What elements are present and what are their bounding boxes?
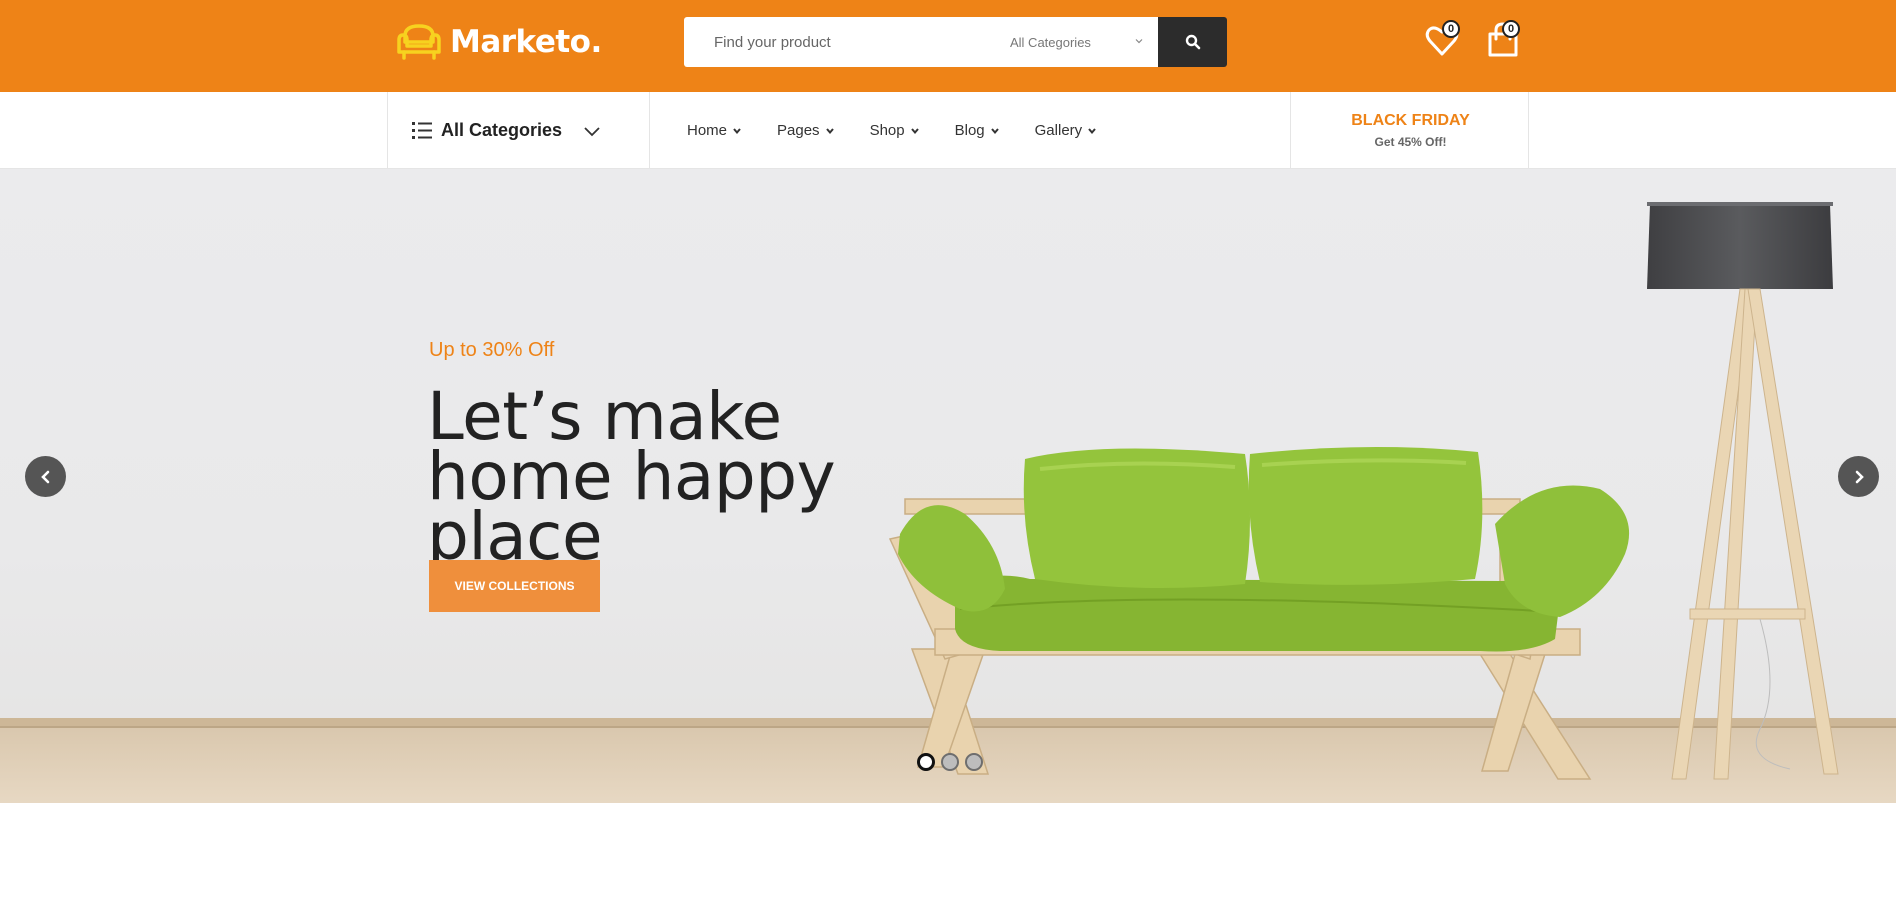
hero-slider: Up to 30% Off Let’s make home happy plac…: [0, 169, 1896, 803]
chevron-down-icon: [1135, 39, 1143, 44]
slider-next-button[interactable]: [1838, 456, 1879, 497]
slider-dot-1[interactable]: [917, 753, 935, 771]
chevron-down-icon: [733, 127, 741, 134]
chevron-left-icon: [40, 470, 49, 483]
list-icon: [412, 122, 432, 139]
menu-item-label: Home: [687, 122, 728, 139]
menu-item-label: Pages: [777, 122, 820, 139]
promo-banner[interactable]: BLACK FRIDAY Get 45% Off!: [1290, 92, 1529, 169]
cart-button[interactable]: 0: [1485, 20, 1521, 58]
promo-subtitle: Get 45% Off!: [1374, 135, 1447, 149]
all-categories-dropdown[interactable]: All Categories: [387, 92, 650, 169]
search-button[interactable]: [1158, 17, 1227, 67]
slider-prev-button[interactable]: [25, 456, 66, 497]
menu-item-label: Blog: [954, 122, 985, 139]
logo[interactable]: Marketo.: [396, 22, 602, 62]
chevron-down-icon: [825, 127, 834, 134]
chevron-down-icon: [910, 127, 919, 134]
slider-dot-2[interactable]: [941, 753, 959, 771]
search-icon: [1185, 34, 1200, 50]
menu-item-pages[interactable]: Pages: [777, 122, 835, 139]
chevron-right-icon: [1855, 470, 1864, 483]
main-nav: All Categories Home Pages Shop Blog Gall…: [0, 92, 1896, 169]
search-field-wrap: All Categories: [684, 17, 1158, 67]
wishlist-count-badge: 0: [1442, 20, 1460, 38]
chevron-down-icon: [990, 127, 999, 134]
menu-item-shop[interactable]: Shop: [870, 122, 920, 139]
menu-item-label: Gallery: [1034, 122, 1083, 139]
armchair-icon: [397, 24, 441, 60]
cart-count-badge: 0: [1502, 20, 1520, 38]
wishlist-button[interactable]: 0: [1425, 20, 1461, 58]
hero-title: Let’s make home happy place: [427, 378, 836, 575]
search-category-select[interactable]: All Categories: [1010, 17, 1091, 67]
menu-item-blog[interactable]: Blog: [955, 122, 1000, 139]
top-header: Marketo. All Categories 0 0: [0, 0, 1896, 92]
search-input[interactable]: [684, 18, 984, 66]
primary-menu: Home Pages Shop Blog Gallery: [687, 92, 1132, 169]
slider-pagination: [917, 753, 989, 771]
chevron-down-icon: [584, 127, 600, 137]
hero-kicker: Up to 30% Off: [429, 339, 555, 361]
search-bar: All Categories: [684, 17, 1227, 67]
menu-item-home[interactable]: Home: [687, 122, 742, 139]
slider-dot-3[interactable]: [965, 753, 983, 771]
chevron-down-icon: [1088, 127, 1096, 134]
menu-item-label: Shop: [869, 122, 905, 139]
promo-title: BLACK FRIDAY: [1351, 112, 1470, 129]
menu-item-gallery[interactable]: Gallery: [1035, 122, 1098, 139]
brand-name: Marketo.: [450, 24, 602, 60]
all-categories-label: All Categories: [441, 120, 563, 140]
view-collections-button[interactable]: View Collections: [429, 560, 600, 612]
